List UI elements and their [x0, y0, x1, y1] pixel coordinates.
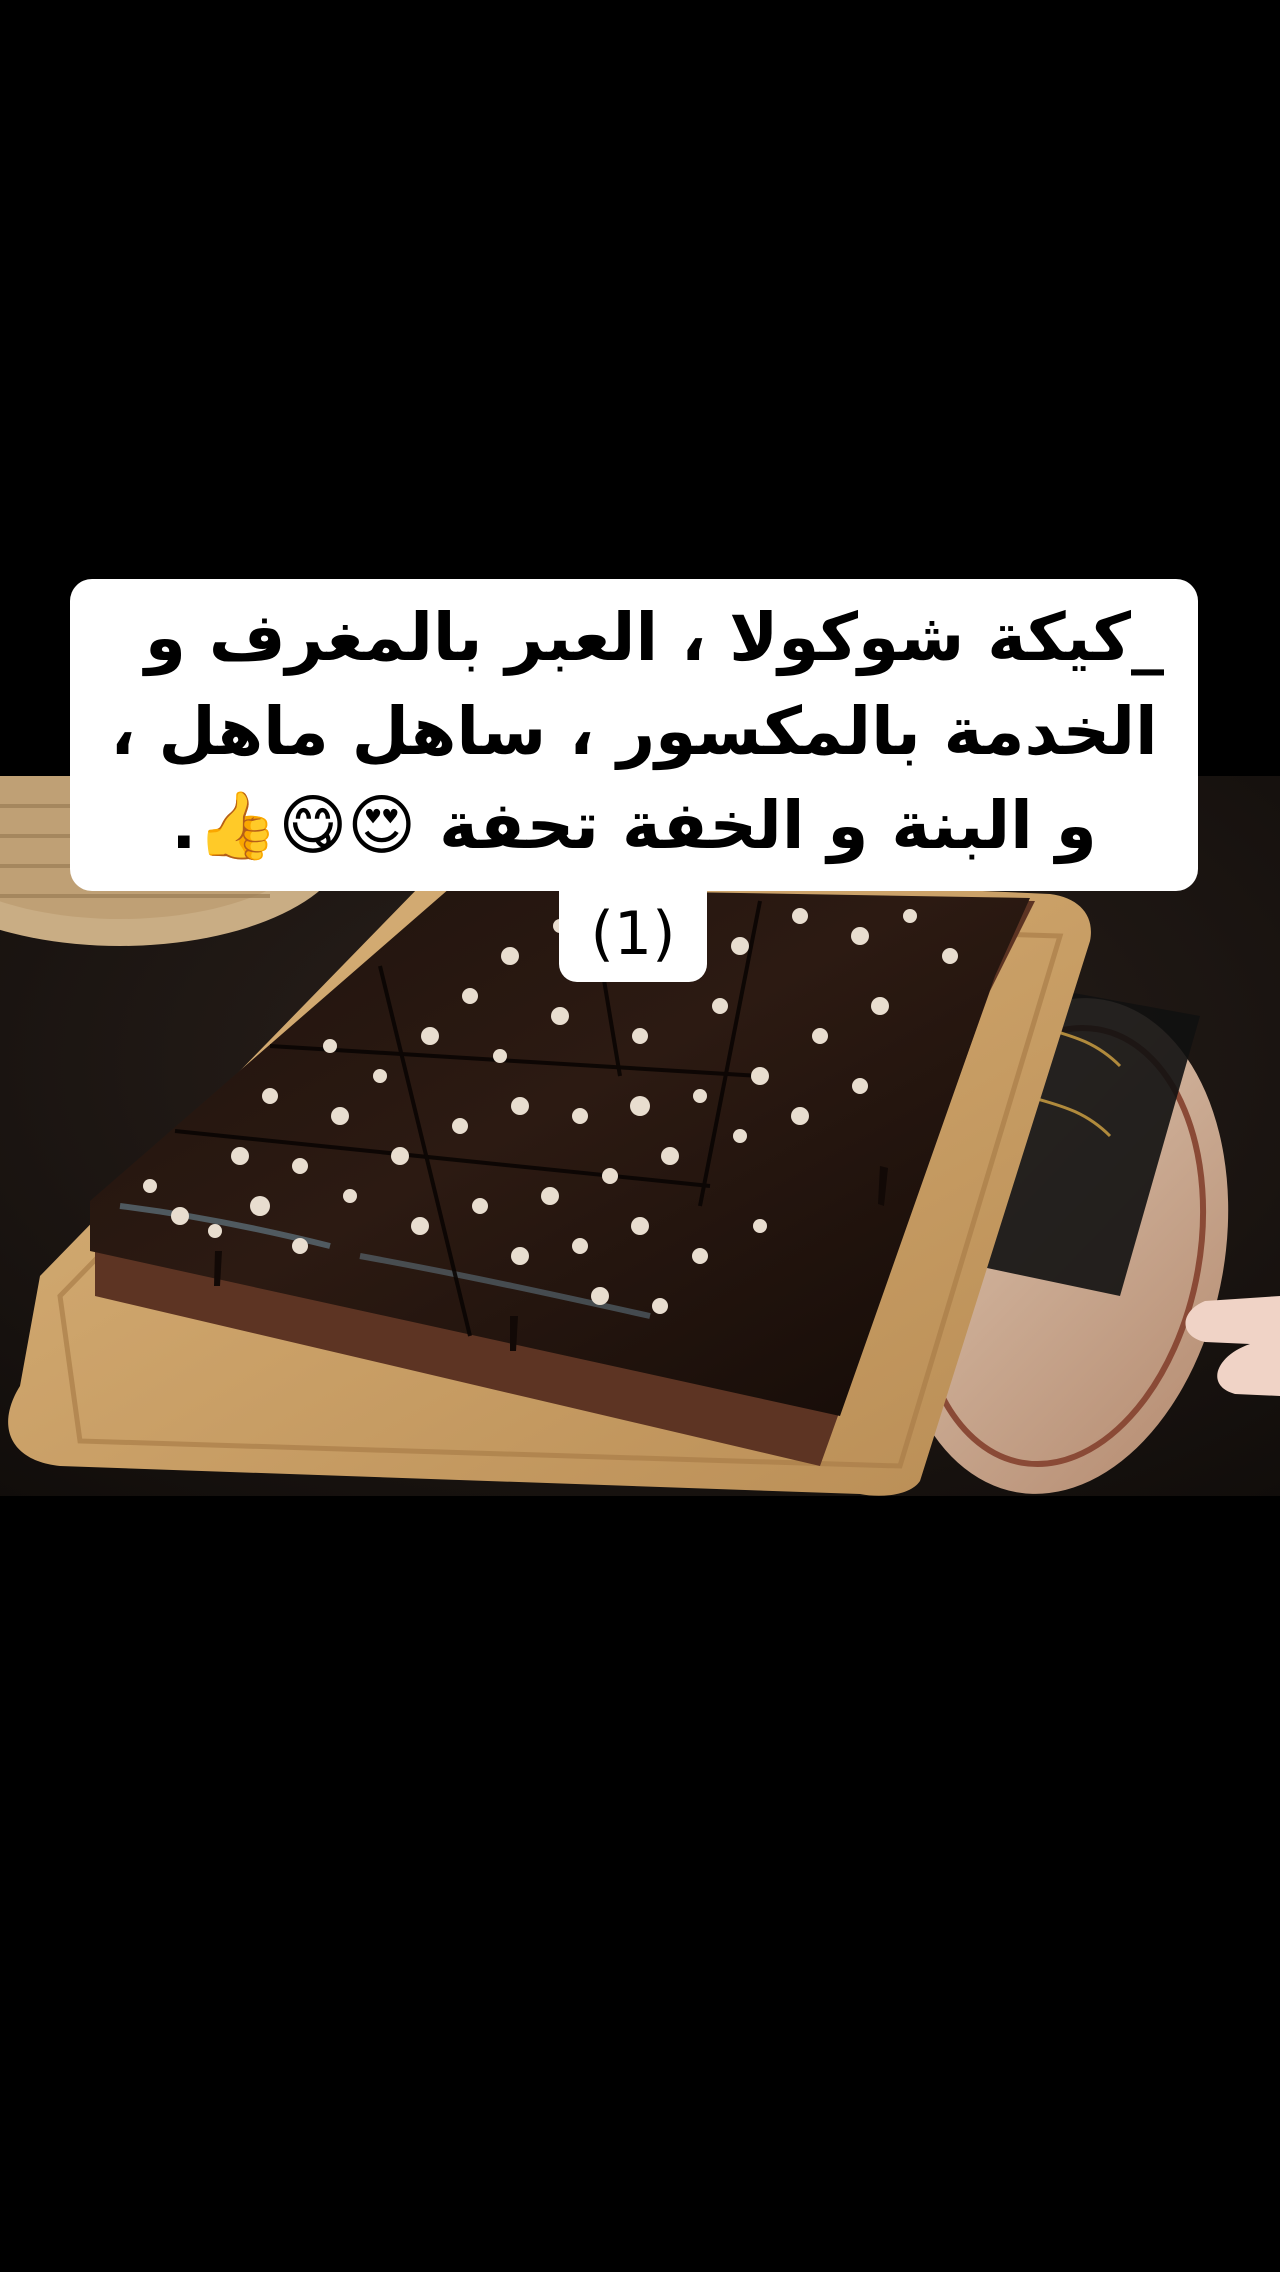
caption-line-3: و البنة و الخفة تحفة 😍😋👍.	[171, 787, 1097, 864]
part-label: (1)	[559, 886, 707, 982]
caption-line-2: الخدمة بالمكسور ، ساهل ماهل ،	[110, 693, 1158, 770]
caption-line-1: _كيكة شوكولا ، العبر بالمغرف و	[144, 599, 1164, 676]
caption-box: _كيكة شوكولا ، العبر بالمغرف و الخدمة با…	[70, 579, 1198, 891]
